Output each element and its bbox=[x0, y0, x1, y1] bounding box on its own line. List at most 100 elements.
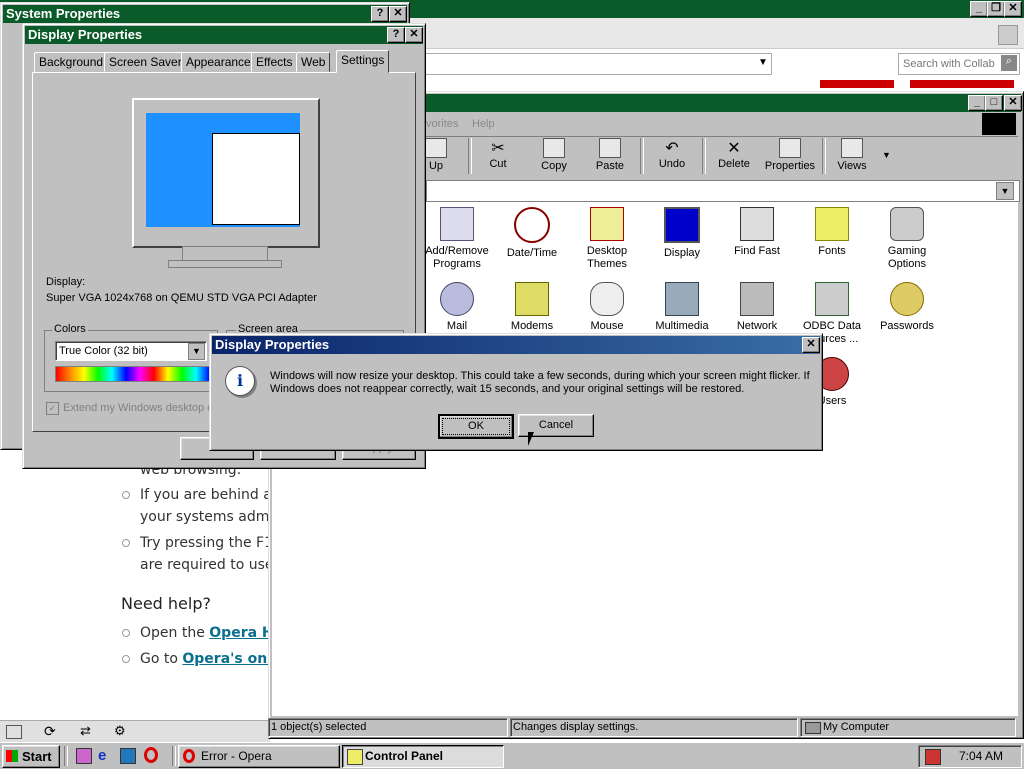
preview-window-icon bbox=[212, 133, 300, 225]
control-panel-task-icon bbox=[347, 749, 363, 765]
task-control-panel[interactable]: Control Panel bbox=[342, 745, 504, 768]
cp-item-gaming-options[interactable]: Gaming Options bbox=[869, 207, 945, 271]
cp-toolbar-divider bbox=[426, 136, 1018, 137]
internet-explorer-icon[interactable]: e bbox=[98, 747, 106, 764]
sysprop-help-button[interactable]: ? bbox=[371, 6, 389, 22]
up-folder-icon bbox=[425, 138, 447, 158]
menu-favorites[interactable]: vorites bbox=[426, 118, 458, 130]
tab-settings[interactable]: Settings bbox=[336, 50, 390, 73]
find-fast-icon bbox=[740, 207, 774, 241]
tab-web[interactable]: Web bbox=[296, 52, 331, 72]
tab-background[interactable]: Background bbox=[34, 52, 109, 72]
cp-address-dropdown-icon[interactable]: ▼ bbox=[996, 182, 1014, 200]
display-icon bbox=[664, 207, 700, 243]
opera-close-button[interactable]: ✕ bbox=[1004, 1, 1022, 17]
colors-group bbox=[44, 330, 218, 392]
confirm-title-bar: Display Properties bbox=[212, 336, 820, 354]
cp-item-display[interactable]: Display bbox=[644, 207, 720, 260]
opera-task-icon bbox=[183, 749, 195, 763]
opera-restore-button[interactable]: ❐ bbox=[987, 1, 1005, 17]
tab-screen-saver[interactable]: Screen Saver bbox=[104, 52, 187, 72]
add-remove-programs-icon bbox=[440, 207, 474, 241]
share-icon[interactable]: ⇄ bbox=[80, 723, 91, 739]
confirm-ok-button[interactable]: OK bbox=[438, 414, 514, 439]
clock: 7:04 AM bbox=[959, 749, 1004, 763]
modems-icon bbox=[515, 282, 549, 316]
cp-item-network[interactable]: Network bbox=[719, 282, 795, 333]
task-error-opera[interactable]: Error - Opera bbox=[178, 745, 340, 768]
menu-help[interactable]: Help bbox=[472, 118, 495, 130]
cp-close-button[interactable]: ✕ bbox=[1004, 95, 1022, 111]
mouse-icon bbox=[590, 282, 624, 316]
cp-item-passwords[interactable]: Passwords bbox=[869, 282, 945, 333]
display-label: Display: bbox=[46, 276, 86, 288]
dispprop-close-button[interactable]: ✕ bbox=[405, 27, 423, 43]
scissors-icon: ✂ bbox=[491, 140, 505, 157]
cp-status-left: 1 object(s) selected bbox=[268, 718, 508, 737]
cp-item-date-time[interactable]: Date/Time bbox=[494, 207, 570, 260]
toolbar-separator bbox=[640, 138, 644, 174]
dispprop-help-button[interactable]: ? bbox=[387, 27, 405, 43]
cp-minimize-button[interactable]: _ bbox=[968, 95, 986, 111]
opera-trash-icon[interactable] bbox=[998, 25, 1018, 45]
opera-quicklaunch-icon[interactable] bbox=[144, 747, 158, 763]
cp-item-mail[interactable]: Mail bbox=[419, 282, 495, 333]
cp-item-desktop-themes[interactable]: Desktop Themes bbox=[569, 207, 645, 271]
display-properties-title-bar: Display Properties bbox=[25, 26, 423, 44]
views-dropdown-icon[interactable]: ▼ bbox=[882, 150, 891, 160]
my-computer-icon bbox=[805, 722, 821, 734]
confirm-close-button[interactable]: ✕ bbox=[802, 337, 820, 353]
display-settings-tray-icon[interactable] bbox=[925, 749, 941, 765]
cp-item-add-remove-programs[interactable]: Add/Remove Programs bbox=[419, 207, 495, 271]
search-placeholder: Search with Collab bbox=[903, 58, 995, 70]
toolbar-cut-button[interactable]: ✂ Cut bbox=[472, 138, 524, 170]
address-dropdown-icon[interactable]: ▼ bbox=[758, 57, 768, 68]
need-help-heading: Need help? bbox=[121, 594, 211, 613]
outlook-express-icon[interactable] bbox=[120, 748, 136, 764]
cp-item-modems[interactable]: Modems bbox=[494, 282, 570, 333]
monitor-screen bbox=[146, 113, 300, 227]
windows-flag-icon bbox=[6, 750, 18, 762]
toolbar-undo-button[interactable]: ↶ Undo bbox=[646, 138, 698, 170]
opera-minimize-button[interactable]: _ bbox=[970, 1, 988, 17]
sysprop-close-button[interactable]: ✕ bbox=[389, 6, 407, 22]
opera-online-link[interactable]: Opera's onli bbox=[182, 651, 276, 667]
taskbar: Start e Error - Opera Control Panel 7:04… bbox=[0, 742, 1024, 769]
opera-speed-dial-strip bbox=[820, 80, 894, 88]
opera-status-bar: ⟳ ⇄ ⚙ bbox=[0, 720, 270, 743]
bullet-icon bbox=[122, 539, 130, 547]
toolbar-properties-button[interactable]: Properties bbox=[760, 138, 820, 172]
search-icon[interactable]: ⌕ bbox=[1001, 55, 1017, 71]
colors-dropdown-icon[interactable]: ▼ bbox=[188, 343, 205, 360]
views-icon bbox=[841, 138, 863, 158]
cp-address-bar[interactable] bbox=[426, 180, 1020, 202]
opera-search-box[interactable]: Search with Collab ⌕ bbox=[898, 53, 1020, 75]
cp-item-mouse[interactable]: Mouse bbox=[569, 282, 645, 333]
cp-item-fonts[interactable]: Fonts bbox=[794, 207, 870, 258]
extend-desktop-checkbox[interactable]: ✓ bbox=[46, 402, 59, 415]
bullet-icon bbox=[122, 655, 130, 663]
tab-appearance[interactable]: Appearance bbox=[181, 52, 256, 72]
toolbar-views-button[interactable]: Views bbox=[826, 138, 878, 172]
start-button[interactable]: Start bbox=[2, 745, 60, 768]
settings-icon[interactable]: ⚙ bbox=[114, 723, 126, 739]
cp-maximize-button[interactable]: □ bbox=[985, 95, 1003, 111]
toolbar-paste-button[interactable]: Paste bbox=[584, 138, 636, 172]
bullet-icon bbox=[122, 629, 130, 637]
colors-select[interactable]: True Color (32 bit) ▼ bbox=[55, 341, 207, 361]
opera-address-bar[interactable] bbox=[410, 53, 772, 75]
mouse-cursor-icon bbox=[528, 432, 534, 446]
show-desktop-icon[interactable] bbox=[76, 748, 92, 764]
toolbar-copy-button[interactable]: Copy bbox=[528, 138, 580, 172]
toolbar-delete-button[interactable]: ✕ Delete bbox=[708, 138, 760, 170]
desktop-themes-icon bbox=[590, 207, 624, 241]
panel-toggle-icon[interactable] bbox=[6, 725, 22, 739]
gaming-options-icon bbox=[890, 207, 924, 241]
tab-effects[interactable]: Effects bbox=[251, 52, 298, 72]
taskbar-separator bbox=[64, 746, 68, 766]
mail-icon bbox=[440, 282, 474, 316]
reload-icon[interactable]: ⟳ bbox=[44, 723, 56, 740]
cp-item-find-fast[interactable]: Find Fast bbox=[719, 207, 795, 258]
confirm-message: Windows will now resize your desktop. Th… bbox=[270, 370, 810, 395]
cp-item-multimedia[interactable]: Multimedia bbox=[644, 282, 720, 333]
